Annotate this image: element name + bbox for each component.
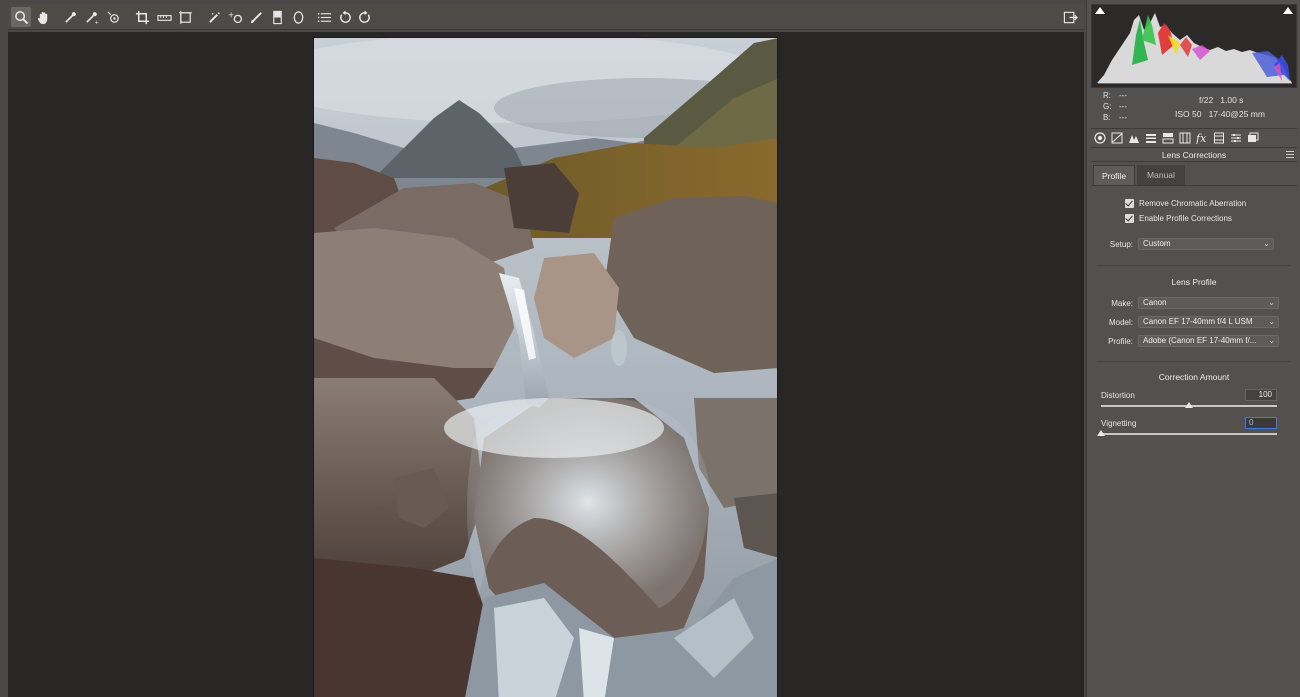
ruler-icon[interactable]: [154, 7, 174, 27]
info-readout: R: --- G: --- B: --- f/22 1.00 s ISO 50 17-…: [1091, 88, 1297, 126]
lens-corrections-tabs: Profile Manual: [1091, 164, 1297, 186]
rotate-cw-icon[interactable]: [354, 7, 374, 27]
lens-corrections-title: Lens Corrections: [1091, 148, 1297, 162]
divider: [1097, 265, 1291, 266]
chevron-down-icon: ⌄: [1268, 317, 1275, 326]
hand-icon[interactable]: [33, 7, 53, 27]
detail-icon[interactable]: [1127, 132, 1140, 145]
aperture-value: f/22: [1199, 95, 1214, 105]
zoom-icon[interactable]: [11, 7, 31, 27]
distortion-value-field[interactable]: 100: [1245, 389, 1277, 401]
iso-value: ISO 50: [1175, 109, 1202, 119]
setup-select[interactable]: Custom ⌄: [1138, 238, 1274, 250]
chevron-down-icon: ⌄: [1268, 298, 1275, 307]
model-select[interactable]: Canon EF 17-40mm f/4 L USM ⌄: [1138, 316, 1279, 328]
tab-profile[interactable]: Profile: [1093, 165, 1135, 185]
remove-ca-checkbox[interactable]: [1125, 198, 1134, 208]
enable-profile-checkbox[interactable]: [1125, 213, 1134, 223]
make-value: Canon: [1143, 298, 1167, 307]
rotate-ccw-icon[interactable]: [335, 7, 355, 27]
chevron-down-icon: ⌄: [1263, 239, 1270, 248]
highlight-clipping-icon[interactable]: [1283, 7, 1293, 14]
profile-value: Adobe (Canon EF 17-40mm f/...: [1143, 336, 1257, 345]
model-label: Model:: [1108, 318, 1133, 327]
make-label: Make:: [1111, 299, 1133, 308]
remove-ca-row[interactable]: Remove Chromatic Aberration: [1125, 197, 1246, 209]
panel-menu-icon[interactable]: [1286, 151, 1294, 158]
graduated-filter-icon[interactable]: [267, 7, 287, 27]
crop-icon[interactable]: [132, 7, 152, 27]
fullscreen-icon[interactable]: [1060, 7, 1080, 27]
lens-corrections-icon[interactable]: [1178, 132, 1191, 145]
setup-label: Setup:: [1109, 240, 1133, 249]
enable-profile-label: Enable Profile Corrections: [1139, 213, 1232, 223]
adjustments-panel: R: --- G: --- B: --- f/22 1.00 s ISO 50 17-…: [1086, 0, 1300, 697]
remove-ca-label: Remove Chromatic Aberration: [1139, 198, 1247, 208]
waterfall-photo[interactable]: [313, 37, 778, 697]
b-readout: B: ---: [1103, 113, 1127, 122]
svg-text:fx: fx: [1196, 132, 1207, 144]
exif-info: f/22 1.00 s ISO 50 17-40@25 mm: [1169, 94, 1289, 120]
lens-focal-value: 17-40@25 mm: [1208, 109, 1265, 119]
tone-curve-icon[interactable]: [1110, 132, 1123, 145]
correction-amount-title: Correction Amount: [1158, 372, 1230, 382]
enable-profile-row[interactable]: Enable Profile Corrections: [1125, 212, 1232, 224]
panel-tab-bar: fx: [1091, 128, 1297, 148]
red-eye-icon[interactable]: +: [225, 7, 245, 27]
target-adjust-icon[interactable]: [103, 7, 123, 27]
list-icon[interactable]: [314, 7, 334, 27]
histogram: [1091, 4, 1297, 88]
vignetting-label: Vignetting: [1101, 419, 1137, 428]
brush-icon[interactable]: [246, 7, 266, 27]
image-preview-area[interactable]: [8, 32, 1084, 697]
basic-icon[interactable]: [1093, 132, 1106, 145]
vignetting-slider-track[interactable]: [1101, 433, 1277, 435]
make-select[interactable]: Canon ⌄: [1138, 297, 1279, 309]
color-sampler-icon[interactable]: +: [81, 7, 101, 27]
model-value: Canon EF 17-40mm f/4 L USM: [1143, 317, 1253, 326]
profile-label: Profile:: [1108, 337, 1133, 346]
lens-profile-title: Lens Profile: [1171, 277, 1217, 287]
snapshots-icon[interactable]: [1246, 132, 1259, 145]
camera-calibration-icon[interactable]: [1212, 132, 1225, 145]
shutter-value: 1.00 s: [1220, 95, 1244, 105]
chevron-down-icon: ⌄: [1268, 336, 1275, 345]
distortion-slider-thumb[interactable]: [1185, 402, 1193, 408]
shadow-clipping-icon[interactable]: [1095, 7, 1105, 14]
presets-icon[interactable]: [1229, 132, 1242, 145]
camera-raw-window: + + R: --- G: --- B: --- f/22 1.00 s ISO…: [0, 0, 1300, 697]
divider: [1097, 361, 1291, 362]
tab-manual[interactable]: Manual: [1137, 165, 1185, 185]
tab-divider: [1091, 185, 1297, 186]
hsl-icon[interactable]: [1144, 132, 1157, 145]
radial-filter-icon[interactable]: [288, 7, 308, 27]
eyedropper-icon[interactable]: [60, 7, 80, 27]
split-toning-icon[interactable]: [1161, 132, 1174, 145]
svg-text:+: +: [94, 20, 99, 25]
vignetting-value-field[interactable]: 0: [1245, 417, 1277, 429]
svg-text:+: +: [228, 10, 234, 19]
distortion-label: Distortion: [1101, 391, 1135, 400]
toolbar: + +: [8, 4, 1084, 30]
spot-removal-icon[interactable]: [204, 7, 224, 27]
profile-select[interactable]: Adobe (Canon EF 17-40mm f/... ⌄: [1138, 335, 1279, 347]
setup-value: Custom: [1143, 239, 1171, 248]
vignetting-slider-thumb[interactable]: [1097, 430, 1105, 436]
transform-icon[interactable]: [175, 7, 195, 27]
fx-icon[interactable]: fx: [1195, 132, 1208, 145]
